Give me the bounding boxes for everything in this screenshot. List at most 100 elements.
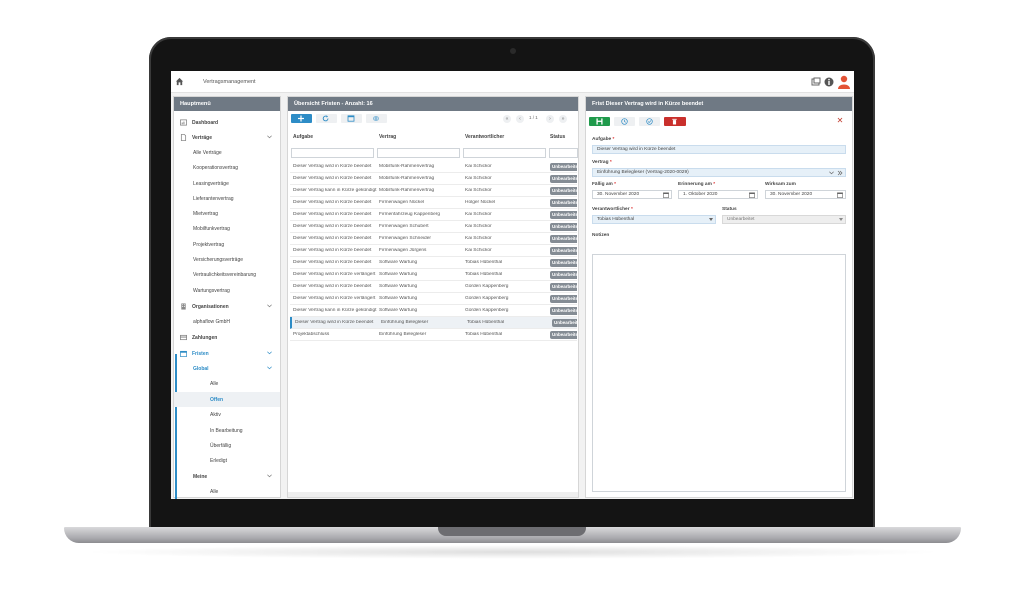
add-button[interactable] — [291, 114, 312, 123]
sidebar-item-label: Vertraulichkeitsvereinbarung — [193, 272, 257, 278]
wirksam-date-input[interactable]: 30. November 2020 — [765, 190, 846, 199]
sidebar-item-lieferantenvertrag[interactable]: Lieferantenvertrag — [174, 191, 280, 206]
sidebar-item-mietvertrag[interactable]: Mietvertrag — [174, 206, 280, 221]
faellig-date-input[interactable]: 30. November 2020 — [592, 190, 672, 199]
horizontal-scrollbar[interactable] — [288, 492, 578, 497]
dashboard-icon — [180, 119, 187, 126]
chevron-down-icon[interactable] — [829, 171, 834, 175]
sidebar-item-kooperationsvertrag[interactable]: Kooperationsvertrag — [174, 160, 280, 175]
open-link-icon[interactable] — [837, 170, 843, 176]
last-page-button[interactable]: » — [559, 115, 567, 123]
table-row[interactable]: Dieser Vertrag wird in Kürze beendet Mobi… — [290, 173, 577, 185]
table-row[interactable]: Dieser Vertrag wird in Kürze beendet Mobi… — [290, 161, 577, 173]
chevron-down-icon[interactable] — [267, 366, 272, 370]
table-row[interactable]: Dieser Vertrag wird in Kürze verlängert S… — [290, 293, 577, 305]
sidebar-item-organisationen[interactable]: Organisationen — [174, 299, 280, 314]
table-row[interactable]: Dieser Vertrag wird in Kürze beendet Soft… — [290, 257, 577, 269]
building-icon — [181, 303, 186, 310]
column-header-verantwortlicher[interactable]: Verantwortlicher — [465, 134, 504, 140]
refresh-button[interactable] — [316, 114, 337, 123]
first-page-button[interactable]: « — [503, 115, 511, 123]
sidebar-item-dashboard[interactable]: Dashboard — [174, 115, 280, 130]
sidebar-item-meine-alle[interactable]: Alle — [174, 484, 280, 499]
filter-vertrag-input[interactable] — [377, 148, 460, 158]
calendar-icon[interactable] — [663, 192, 669, 198]
calendar-icon[interactable] — [837, 192, 843, 198]
sidebar-item-meine[interactable]: Meine — [174, 469, 280, 484]
sidebar-item-leasingvertraege[interactable]: Leasingverträge — [174, 176, 280, 191]
sidebar-item-global-alle[interactable]: Alle — [174, 376, 280, 391]
table-row[interactable]: Dieser Vertrag wird in Kürze beendet Soft… — [290, 281, 577, 293]
sidebar-item-label: Versicherungsverträge — [193, 257, 244, 263]
broadcast-button[interactable] — [366, 114, 387, 123]
column-header-vertrag[interactable]: Vertrag — [379, 134, 396, 140]
export-button[interactable] — [341, 114, 362, 123]
cell-vertrag: Firmenwagen Nückel — [379, 200, 425, 205]
erinnerung-date-input[interactable]: 1. Oktober 2020 — [678, 190, 758, 199]
table-row[interactable]: Dieser Vertrag wird in Kürze beendet Firm… — [290, 233, 577, 245]
detail-title: Frist Dieser Vertrag wird in Kürze beend… — [586, 97, 852, 111]
app-title: Vertragsmanagement — [203, 79, 256, 85]
calendar-icon — [180, 350, 187, 357]
sidebar-item-fristen[interactable]: Fristen — [174, 346, 280, 361]
window-icon[interactable] — [811, 77, 821, 87]
table-icon — [347, 115, 355, 122]
chevron-down-icon[interactable] — [267, 304, 272, 308]
table-row[interactable]: Dieser Vertrag wird in Kürze beendet Firm… — [290, 221, 577, 233]
home-icon[interactable] — [175, 77, 184, 86]
table-row[interactable]: Dieser Vertrag wird in Kürze beendet Firm… — [290, 209, 577, 221]
sidebar-item-in-bearbeitung[interactable]: In Bearbeitung — [174, 423, 280, 438]
caret-down-icon[interactable] — [709, 218, 713, 221]
status-select[interactable]: Unbearbeitet — [722, 215, 846, 224]
verantwortlicher-select[interactable]: Tobias Hübenthal — [592, 215, 716, 224]
complete-button[interactable] — [639, 117, 660, 126]
sidebar-item-mobilfunkvertrag[interactable]: Mobilfunkvertrag — [174, 221, 280, 236]
user-avatar-icon[interactable] — [838, 75, 850, 89]
table-row[interactable]: Dieser Vertrag kann in Kürze gekündigt w… — [290, 185, 577, 197]
chevron-down-icon[interactable] — [267, 474, 272, 478]
filter-aufgabe-input[interactable] — [291, 148, 374, 158]
payment-icon — [180, 334, 187, 341]
sidebar-item-erledigt[interactable]: Erledigt — [174, 453, 280, 468]
prev-page-button[interactable]: ‹ — [516, 115, 524, 123]
column-header-status[interactable]: Status — [550, 134, 565, 140]
chevron-down-icon[interactable] — [267, 135, 272, 139]
next-page-button[interactable]: › — [546, 115, 554, 123]
column-header-aufgabe[interactable]: Aufgabe — [293, 134, 313, 140]
sidebar-item-vertraege[interactable]: Verträge — [174, 130, 280, 145]
sidebar-item-aktiv[interactable]: Aktiv — [174, 407, 280, 422]
table-row[interactable]: Dieser Vertrag kann in Kürze gekündigt w… — [290, 305, 577, 317]
sidebar-item-versicherungsvertraege[interactable]: Versicherungsverträge — [174, 252, 280, 267]
sidebar-item-label: Leasingverträge — [193, 181, 229, 187]
table-row[interactable]: Dieser Vertrag wird in Kürze verlängert S… — [290, 269, 577, 281]
vertrag-select[interactable]: Einführung Belegleser (Vertrag-2020-0029… — [592, 168, 846, 177]
cell-vertrag: Firmenfahrzeug Kappenberg — [379, 212, 441, 217]
table-row[interactable]: Dieser Vertrag wird in Kürze beendet Einf… — [290, 317, 577, 329]
sidebar-item-offen[interactable]: Offen — [174, 392, 280, 407]
notizen-textarea[interactable] — [592, 254, 846, 492]
history-button[interactable] — [614, 117, 635, 126]
table-row[interactable]: Dieser Vertrag wird in Kürze beendet Firm… — [290, 197, 577, 209]
sidebar-item-projektvertrag[interactable]: Projektvertrag — [174, 237, 280, 252]
cell-vertrag: Software Wartung — [379, 260, 418, 265]
save-button[interactable] — [589, 117, 610, 126]
info-icon[interactable] — [824, 77, 834, 87]
sidebar-item-vertraulichkeitsvereinbarung[interactable]: Vertraulichkeitsvereinbarung — [174, 267, 280, 282]
table-row[interactable]: Projektabschluss Einführung Belegleser Tob… — [290, 329, 577, 341]
table-row[interactable]: Dieser Vertrag wird in Kürze beendet Firm… — [290, 245, 577, 257]
calendar-icon[interactable] — [749, 192, 755, 198]
sidebar-item-wartungsvertrag[interactable]: Wartungsvertrag — [174, 283, 280, 298]
close-icon[interactable]: ✕ — [836, 117, 844, 125]
sidebar-item-alle-vertraege[interactable]: Alle Verträge — [174, 145, 280, 160]
aufgabe-input[interactable]: Dieser Vertrag wird in Kürze beendet — [592, 145, 846, 154]
sidebar-item-label: Dashboard — [192, 120, 219, 126]
filter-status-input[interactable] — [549, 148, 578, 158]
sidebar-item-ueberfaellig[interactable]: Überfällig — [174, 438, 280, 453]
filter-verantwortlicher-input[interactable] — [463, 148, 546, 158]
sidebar-item-alphaflow[interactable]: alphaflow GmbH — [174, 314, 280, 329]
sidebar-item-zahlungen[interactable]: Zahlungen — [174, 330, 280, 345]
delete-button[interactable] — [664, 117, 686, 126]
caret-down-icon[interactable] — [839, 218, 843, 221]
chevron-down-icon[interactable] — [267, 351, 272, 355]
sidebar-item-global[interactable]: Global — [174, 361, 280, 376]
